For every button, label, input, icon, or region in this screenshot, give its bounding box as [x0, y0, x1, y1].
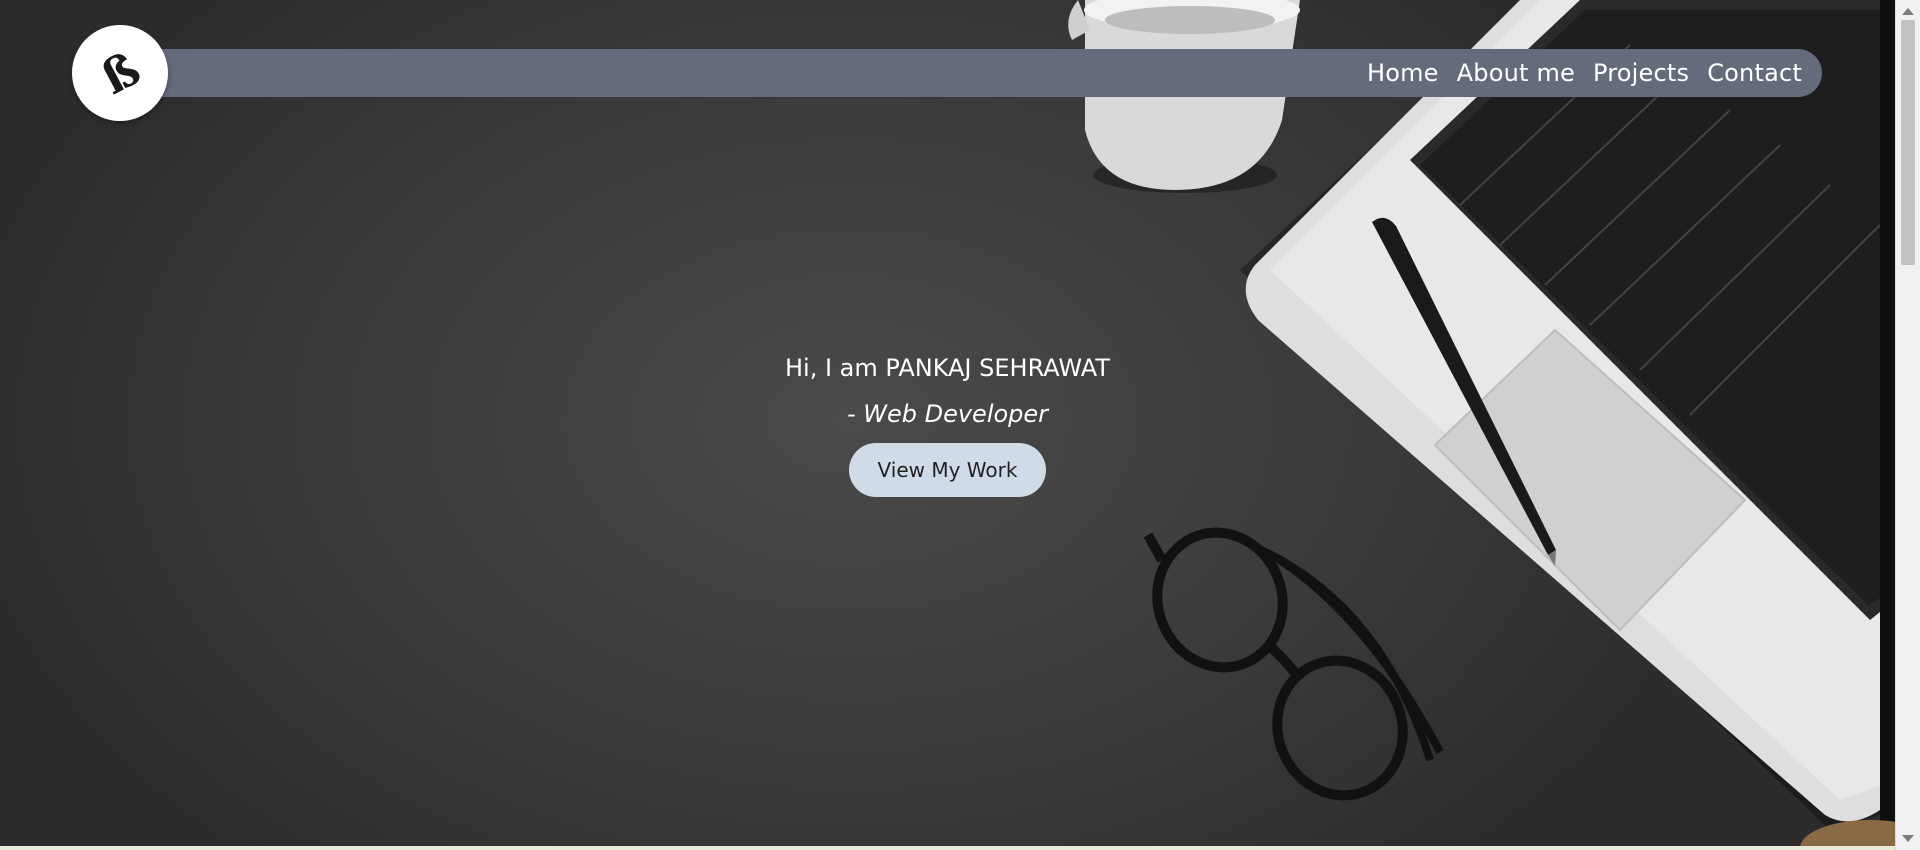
nav-contact-link[interactable]: Contact	[1707, 59, 1802, 87]
desk-photo	[1068, 0, 1895, 846]
nav-home-link[interactable]: Home	[1367, 59, 1439, 87]
laptop-image	[1240, 0, 1895, 846]
navbar: Home About me Projects Contact	[120, 49, 1822, 97]
nav-projects-link[interactable]: Projects	[1593, 59, 1689, 87]
glasses-image	[1143, 527, 1444, 801]
scroll-down-icon[interactable]	[1902, 835, 1914, 842]
scroll-up-icon[interactable]	[1902, 8, 1914, 15]
coaster-image	[1800, 820, 1895, 846]
logo-icon[interactable]: ß	[72, 25, 168, 121]
nav-about-link[interactable]: About me	[1457, 59, 1575, 87]
hero-background: Home About me Projects Contact ß Hi, I a…	[0, 0, 1895, 846]
nav-links: Home About me Projects Contact	[1367, 49, 1802, 97]
scroll-thumb[interactable]	[1901, 20, 1915, 265]
logo-glyph: ß	[91, 40, 149, 106]
view-my-work-button[interactable]: View My Work	[849, 443, 1046, 497]
vertical-scrollbar[interactable]	[1895, 0, 1920, 850]
page-bottom-edge	[0, 846, 1895, 850]
